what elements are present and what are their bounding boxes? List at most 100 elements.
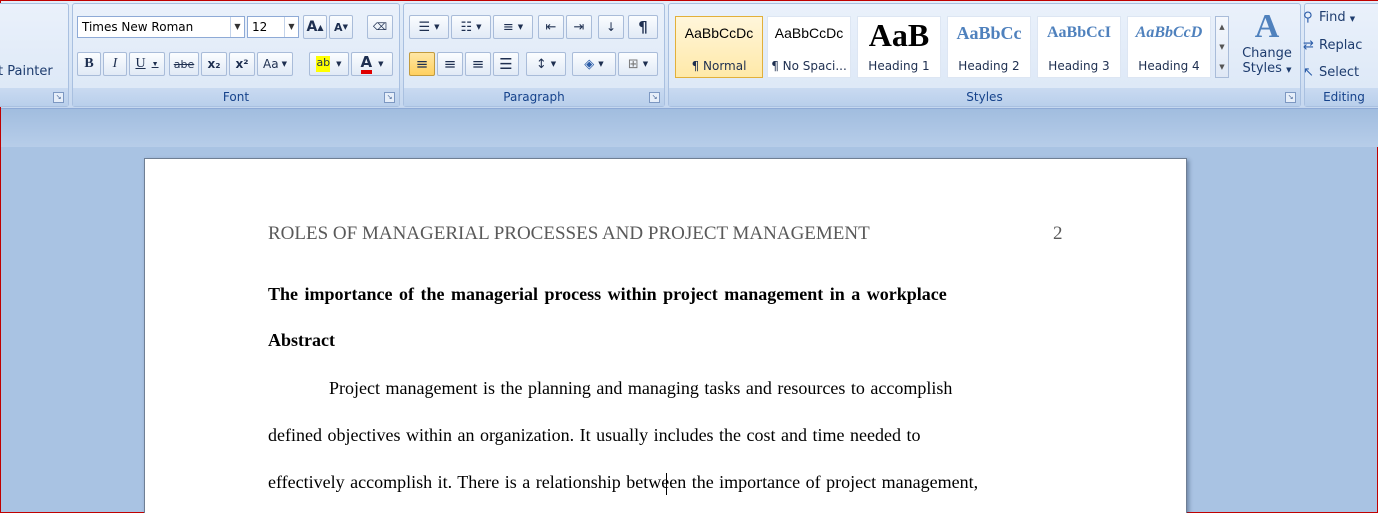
style-heading-4[interactable]: AaBbCcD Heading 4: [1127, 16, 1211, 78]
sort-button[interactable]: ↓: [598, 15, 624, 39]
chevron-down-icon[interactable]: ▼: [551, 60, 556, 68]
chevron-down-icon[interactable]: ▼: [476, 23, 481, 31]
chevron-down-icon[interactable]: ▼: [1216, 37, 1228, 57]
editing-group-label: Editing: [1305, 88, 1378, 106]
numbering-button[interactable]: ☷ ▼: [451, 15, 491, 39]
font-size-combo[interactable]: 12 ▼: [247, 16, 299, 38]
subscript-button[interactable]: x₂: [201, 52, 227, 76]
align-center-button[interactable]: ≡: [437, 52, 463, 76]
find-button[interactable]: ⚲ Find ▼: [1303, 10, 1355, 25]
style-name: Heading 4: [1138, 59, 1200, 73]
style-normal[interactable]: AaBbCcDc ¶ Normal: [675, 16, 763, 78]
paragraph-group: ☰ ▼ ☷ ▼ ≡ ▼ ⇤ ⇥ ↓ ¶ ≡ ≡ ≡ ☰ ↕ ▼ ◈ ▼ ⊞ ▼ Paragr…: [403, 3, 665, 107]
chevron-down-icon[interactable]: ▼: [518, 23, 523, 31]
justify-button[interactable]: ☰: [493, 52, 519, 76]
show-marks-button[interactable]: ¶: [628, 15, 658, 39]
increase-indent-icon: ⇥: [573, 19, 585, 35]
bullet-list-icon: ☰: [418, 19, 431, 35]
sort-icon: ↓: [605, 20, 617, 34]
justify-icon: ☰: [499, 55, 513, 73]
align-left-button[interactable]: ≡: [409, 52, 435, 76]
chevron-up-icon[interactable]: ▲: [1216, 17, 1228, 37]
highlight-button[interactable]: ab ▼: [309, 52, 349, 76]
eraser-icon: ⌫: [372, 21, 388, 33]
style-heading-2[interactable]: AaBbCc Heading 2: [947, 16, 1031, 78]
align-right-button[interactable]: ≡: [465, 52, 491, 76]
replace-label: Replac: [1319, 38, 1363, 53]
grow-font-button[interactable]: A ▲: [303, 15, 327, 39]
page-number: 2: [1053, 223, 1063, 244]
clear-formatting-button[interactable]: ⌫: [367, 15, 393, 39]
style-name: Heading 2: [958, 59, 1020, 73]
style-sample: AaBbCcI: [1046, 24, 1111, 41]
replace-icon: ⇄: [1303, 38, 1314, 53]
chevron-down-icon[interactable]: ▼: [336, 60, 341, 68]
italic-button[interactable]: I: [103, 52, 127, 76]
chevron-down-icon[interactable]: ▼: [152, 60, 159, 68]
numbered-list-icon: ☷: [460, 19, 473, 35]
replace-button[interactable]: ⇄ Replac: [1303, 38, 1362, 53]
style-gallery-scrollbar[interactable]: ▲ ▼ ▼: [1215, 16, 1229, 78]
font-group-label: Font: [73, 88, 399, 106]
editing-group: ⚲ Find ▼ ⇄ Replac ↖ Select Editing: [1303, 3, 1378, 107]
chevron-down-icon[interactable]: ▼: [643, 60, 648, 68]
document-page[interactable]: ROLES OF MANAGERIAL PROCESSES AND PROJEC…: [144, 158, 1187, 513]
style-heading-3[interactable]: AaBbCcI Heading 3: [1037, 16, 1121, 78]
grow-font-icon: A: [306, 19, 318, 35]
strikethrough-button[interactable]: abe: [169, 52, 199, 76]
style-name: Heading 3: [1048, 59, 1110, 73]
paint-bucket-icon: ◈: [584, 56, 595, 72]
chevron-down-icon[interactable]: ▼: [598, 60, 603, 68]
font-launcher-icon[interactable]: ↘: [384, 92, 395, 103]
format-painter-button[interactable]: t Painter: [0, 64, 53, 79]
change-styles-button[interactable]: A Change Styles ▼: [1235, 8, 1299, 88]
clipboard-launcher-icon[interactable]: ↘: [53, 92, 64, 103]
chevron-down-icon[interactable]: ▼: [284, 17, 298, 37]
borders-button[interactable]: ⊞ ▼: [618, 52, 658, 76]
line-spacing-button[interactable]: ↕ ▼: [526, 52, 566, 76]
shrink-font-button[interactable]: A ▼: [329, 15, 353, 39]
workspace-top-band: [1, 109, 1378, 147]
superscript-button[interactable]: x²: [229, 52, 255, 76]
style-name: ¶ Normal: [691, 59, 747, 73]
border-grid-icon: ⊞: [627, 56, 639, 72]
multilevel-list-icon: ≡: [502, 19, 514, 35]
styles-launcher-icon[interactable]: ↘: [1285, 92, 1296, 103]
shrink-font-icon: A: [334, 20, 343, 34]
multilevel-list-button[interactable]: ≡ ▼: [493, 15, 533, 39]
font-color-button[interactable]: A ▼: [351, 52, 393, 76]
chevron-down-icon[interactable]: ▼: [434, 23, 439, 31]
paragraph-launcher-icon[interactable]: ↘: [649, 92, 660, 103]
line-spacing-icon: ↕: [535, 56, 547, 72]
font-group: Times New Roman ▼ 12 ▼ A ▲ A ▼ ⌫ B I U ▼ ab…: [72, 3, 400, 107]
chevron-down-icon: ▼: [1286, 66, 1292, 74]
select-label: Select: [1319, 65, 1360, 80]
style-sample: AaB: [868, 17, 930, 53]
change-case-button[interactable]: Aa ▼: [257, 52, 293, 76]
select-button[interactable]: ↖ Select: [1303, 65, 1359, 80]
style-heading-1[interactable]: AaB Heading 1: [857, 16, 941, 78]
increase-indent-button[interactable]: ⇥: [566, 15, 592, 39]
chevron-down-icon[interactable]: ▼: [230, 17, 244, 37]
chevron-down-icon[interactable]: ▼: [378, 60, 383, 68]
abstract-heading: Abstract: [268, 330, 335, 350]
style-sample: AaBbCc: [956, 23, 1022, 43]
styles-group: AaBbCcDc ¶ Normal AaBbCcDc ¶ No Spaci...…: [668, 3, 1301, 107]
bullets-button[interactable]: ☰ ▼: [409, 15, 449, 39]
underline-button[interactable]: U ▼: [129, 52, 165, 76]
align-right-icon: ≡: [471, 55, 485, 73]
shading-button[interactable]: ◈ ▼: [572, 52, 616, 76]
chevron-down-icon[interactable]: ▼: [282, 60, 287, 68]
text-caret: [666, 473, 667, 495]
bold-button[interactable]: B: [77, 52, 101, 76]
font-face-combo[interactable]: Times New Roman ▼: [77, 16, 245, 38]
decrease-indent-icon: ⇤: [545, 19, 557, 35]
style-sample: AaBbCcD: [1135, 24, 1203, 41]
decrease-indent-button[interactable]: ⇤: [538, 15, 564, 39]
chevron-down-icon[interactable]: ▼: [1350, 15, 1355, 23]
style-name: Heading 1: [868, 59, 930, 73]
more-styles-icon[interactable]: ▼: [1216, 57, 1228, 77]
document-title: The importance of the managerial process…: [268, 284, 947, 304]
highlighter-icon: ab: [316, 56, 331, 72]
style-no-spacing[interactable]: AaBbCcDc ¶ No Spaci...: [767, 16, 851, 78]
